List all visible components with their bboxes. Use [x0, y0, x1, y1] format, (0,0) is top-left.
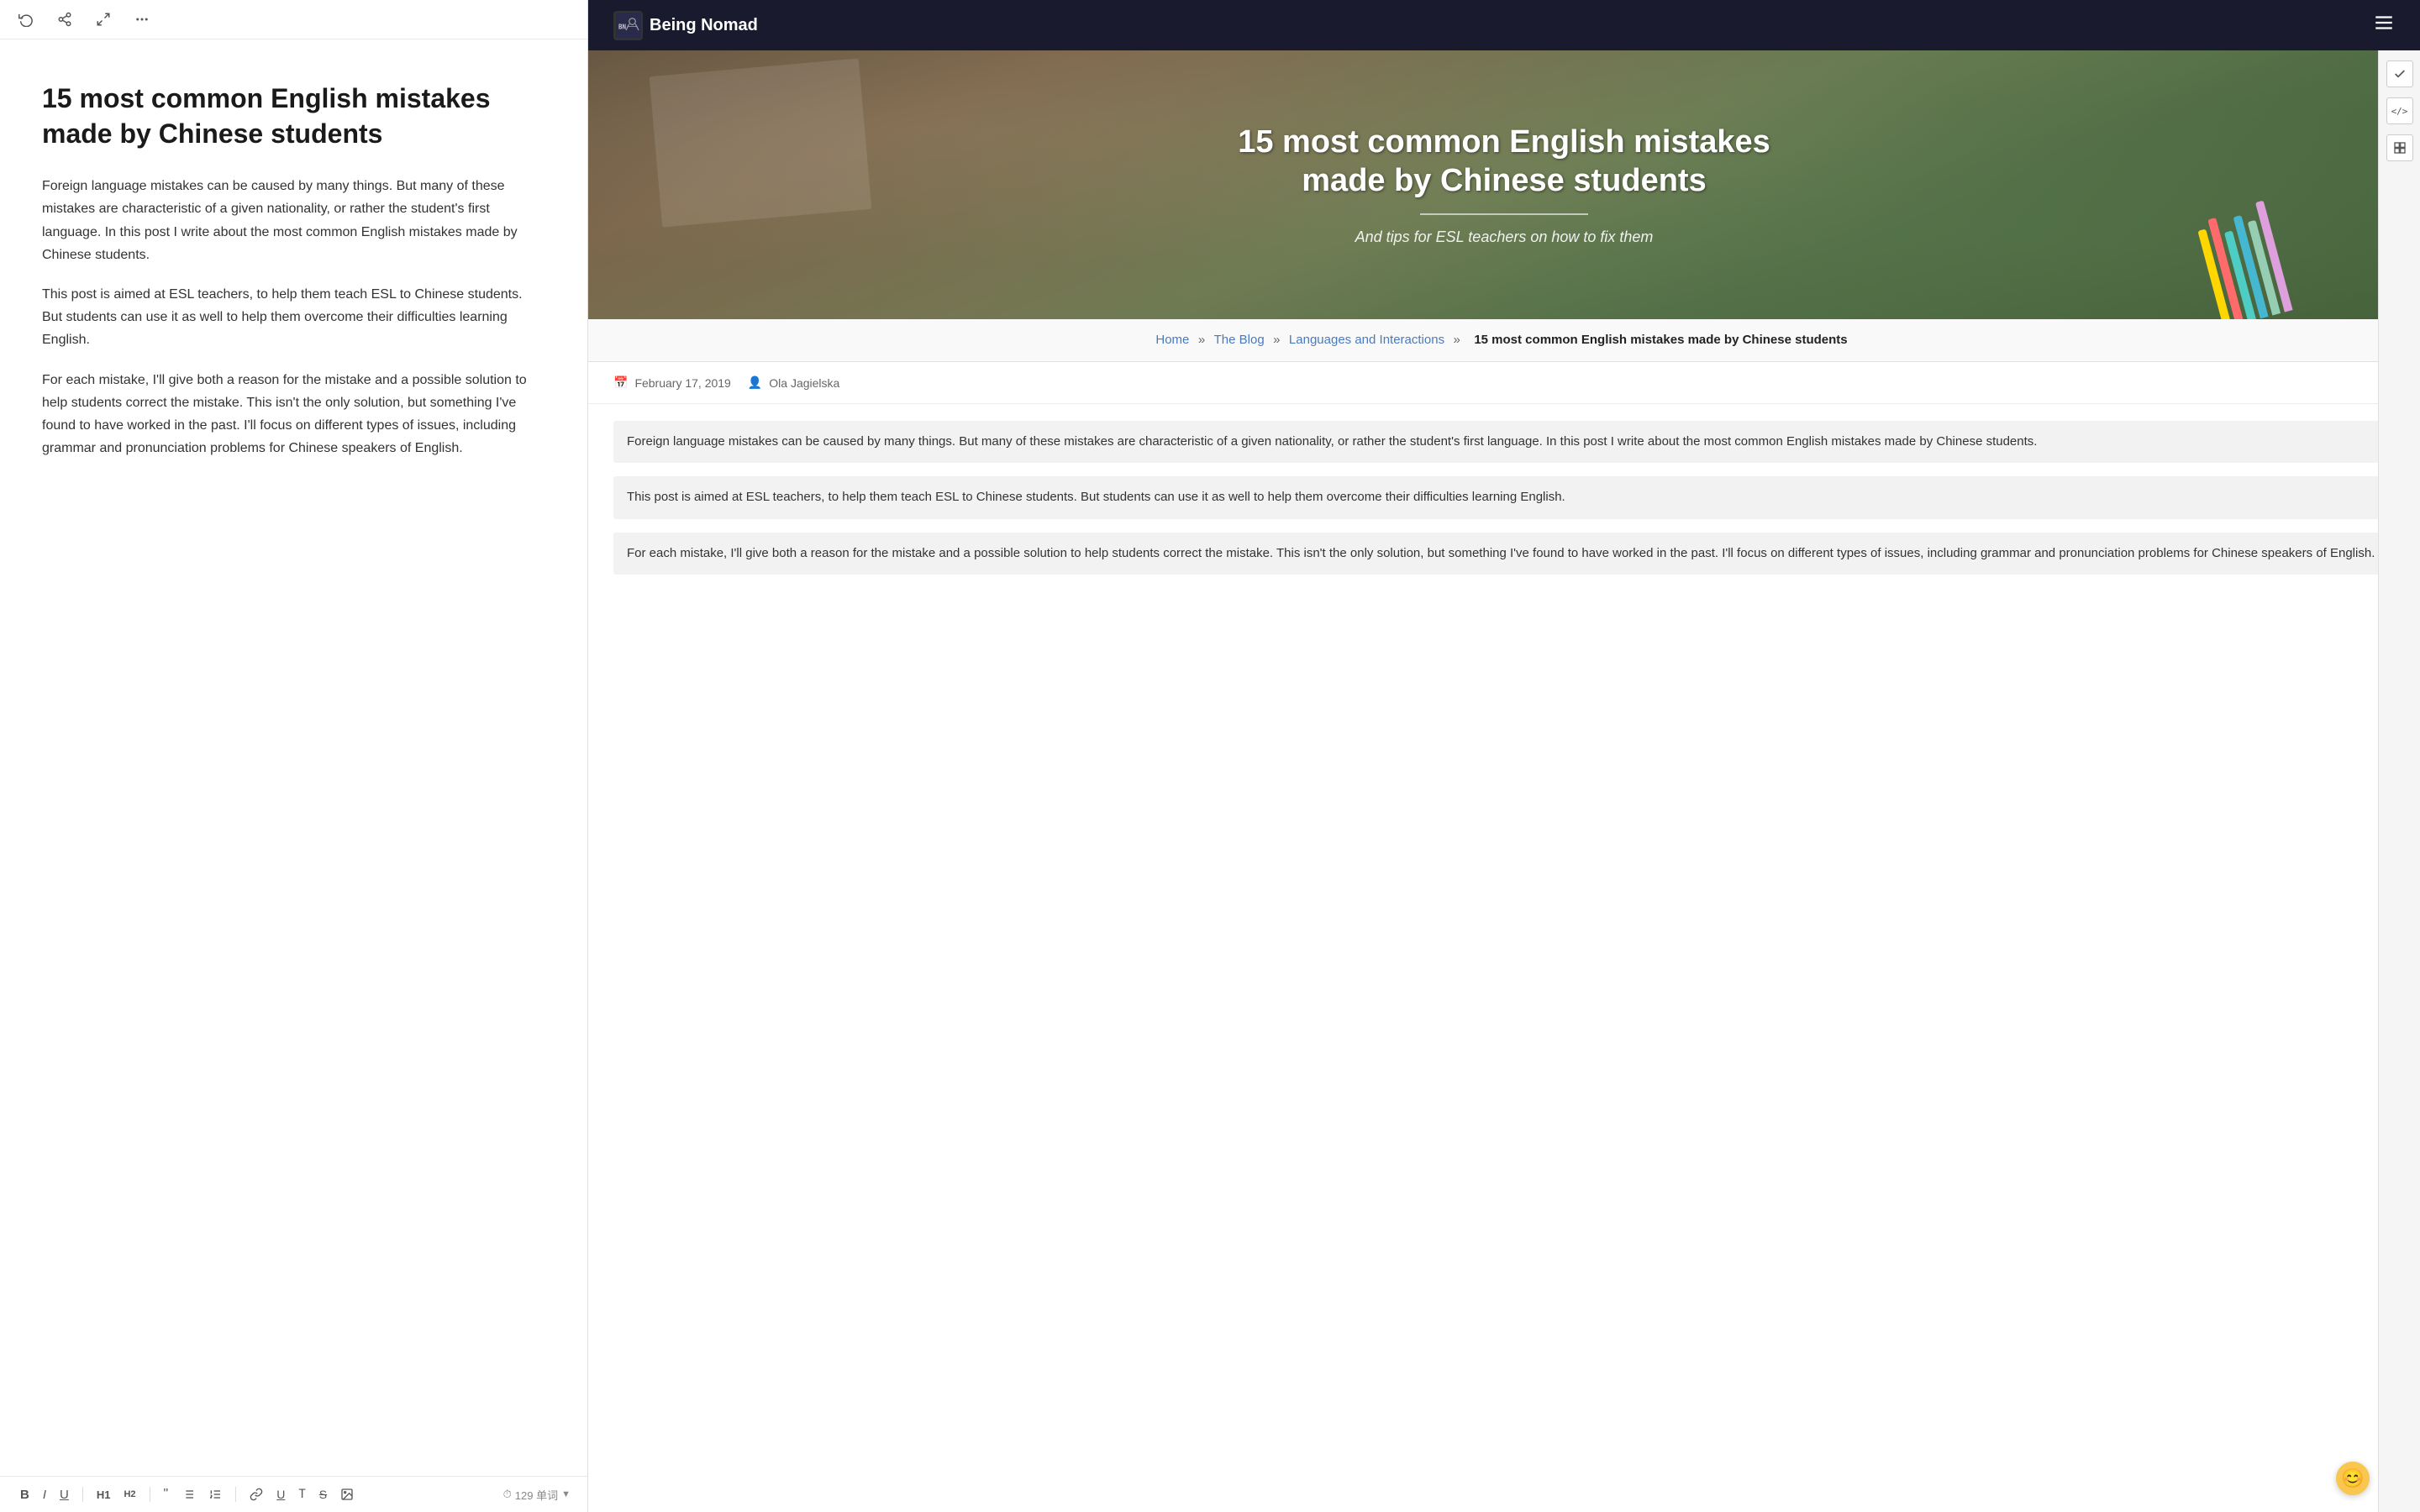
breadcrumb-sep-2: »	[1273, 333, 1280, 347]
author-icon: 👤	[748, 375, 762, 390]
quote-button[interactable]: "	[160, 1485, 172, 1504]
dropdown-arrow[interactable]: ▼	[561, 1489, 571, 1499]
editor-panel: 15 most common English mistakes made by …	[0, 0, 588, 1512]
emoji-feedback-button[interactable]: 😊	[2336, 1462, 2370, 1495]
unordered-list-button[interactable]	[178, 1486, 198, 1503]
editor-content-area[interactable]: 15 most common English mistakes made by …	[0, 39, 587, 1512]
divider-3	[235, 1487, 236, 1502]
hero-divider	[1420, 213, 1588, 215]
editor-paragraph-3: For each mistake, I'll give both a reaso…	[42, 369, 545, 460]
hero-section: 15 most common English mistakes made by …	[588, 50, 2420, 319]
stack-action-icon[interactable]	[2386, 134, 2413, 161]
website-preview-panel: BN Being Nomad	[588, 0, 2420, 1512]
post-date: February 17, 2019	[634, 376, 730, 390]
editor-paragraph-2: This post is aimed at ESL teachers, to h…	[42, 283, 545, 352]
svg-text:BN: BN	[618, 24, 627, 31]
breadcrumb-category[interactable]: Languages and Interactions	[1289, 333, 1444, 347]
article-title: 15 most common English mistakes made by …	[42, 81, 545, 151]
link-button[interactable]	[246, 1486, 266, 1503]
site-logo[interactable]: BN Being Nomad	[613, 11, 758, 40]
breadcrumb-bar: Home » The Blog » Languages and Interact…	[588, 319, 2420, 362]
editor-bottom-toolbar: B I U H1 H2 "	[0, 1476, 587, 1512]
editor-paragraph-1: Foreign language mistakes can be caused …	[42, 175, 545, 266]
check-action-icon[interactable]	[2386, 60, 2413, 87]
post-meta: 📅 February 17, 2019 👤 Ola Jagielska	[588, 362, 2420, 404]
italic-button[interactable]: I	[39, 1486, 50, 1504]
post-author: Ola Jagielska	[769, 376, 839, 390]
underline-button[interactable]: U	[56, 1486, 72, 1504]
right-sidebar: </>	[2378, 50, 2420, 1512]
hero-subtitle: And tips for ESL teachers on how to fix …	[1210, 228, 1798, 246]
breadcrumb-sep-3: »	[1454, 333, 1460, 347]
article-paragraph-3: For each mistake, I'll give both a reaso…	[613, 533, 2395, 575]
breadcrumb-blog[interactable]: The Blog	[1214, 333, 1265, 347]
hero-title: 15 most common English mistakes made by …	[1210, 123, 1798, 200]
underline2-button[interactable]: U	[273, 1486, 288, 1503]
hero-content: 15 most common English mistakes made by …	[1210, 123, 1798, 246]
breadcrumb-home[interactable]: Home	[1155, 333, 1189, 347]
article-content: Foreign language mistakes can be caused …	[588, 404, 2420, 605]
typewriter-button[interactable]: T	[295, 1486, 308, 1503]
heading2-button[interactable]: H2	[120, 1488, 139, 1501]
hamburger-menu-icon[interactable]	[2373, 12, 2395, 39]
editor-top-toolbar	[0, 0, 587, 39]
logo-text: Being Nomad	[650, 16, 758, 35]
refresh-icon[interactable]	[17, 10, 35, 29]
share-icon[interactable]	[55, 10, 74, 29]
expand-icon[interactable]	[94, 10, 113, 29]
website-container[interactable]: BN Being Nomad	[588, 0, 2420, 1512]
breadcrumb-current: 15 most common English mistakes made by …	[1474, 333, 1847, 347]
word-count-display: ⏱ 129 单词 ▼	[503, 1487, 571, 1503]
heading1-button[interactable]: H1	[93, 1487, 114, 1503]
divider-1	[82, 1487, 83, 1502]
site-navigation: BN Being Nomad	[588, 0, 2420, 50]
code-action-icon[interactable]: </>	[2386, 97, 2413, 124]
calendar-icon: 📅	[613, 375, 628, 390]
article-paragraph-2: This post is aimed at ESL teachers, to h…	[613, 476, 2395, 518]
editor-body[interactable]: Foreign language mistakes can be caused …	[42, 175, 545, 459]
breadcrumb-sep-1: »	[1198, 333, 1205, 347]
strikethrough-button[interactable]: S	[316, 1486, 330, 1503]
article-paragraph-1: Foreign language mistakes can be caused …	[613, 421, 2395, 463]
word-count-text: 129 单词	[515, 1487, 558, 1503]
ordered-list-button[interactable]	[205, 1486, 225, 1503]
more-options-icon[interactable]	[133, 10, 151, 29]
bold-button[interactable]: B	[17, 1486, 33, 1504]
logo-icon: BN	[613, 11, 643, 40]
clock-icon: ⏱	[503, 1488, 512, 1501]
image-button[interactable]	[337, 1486, 357, 1503]
